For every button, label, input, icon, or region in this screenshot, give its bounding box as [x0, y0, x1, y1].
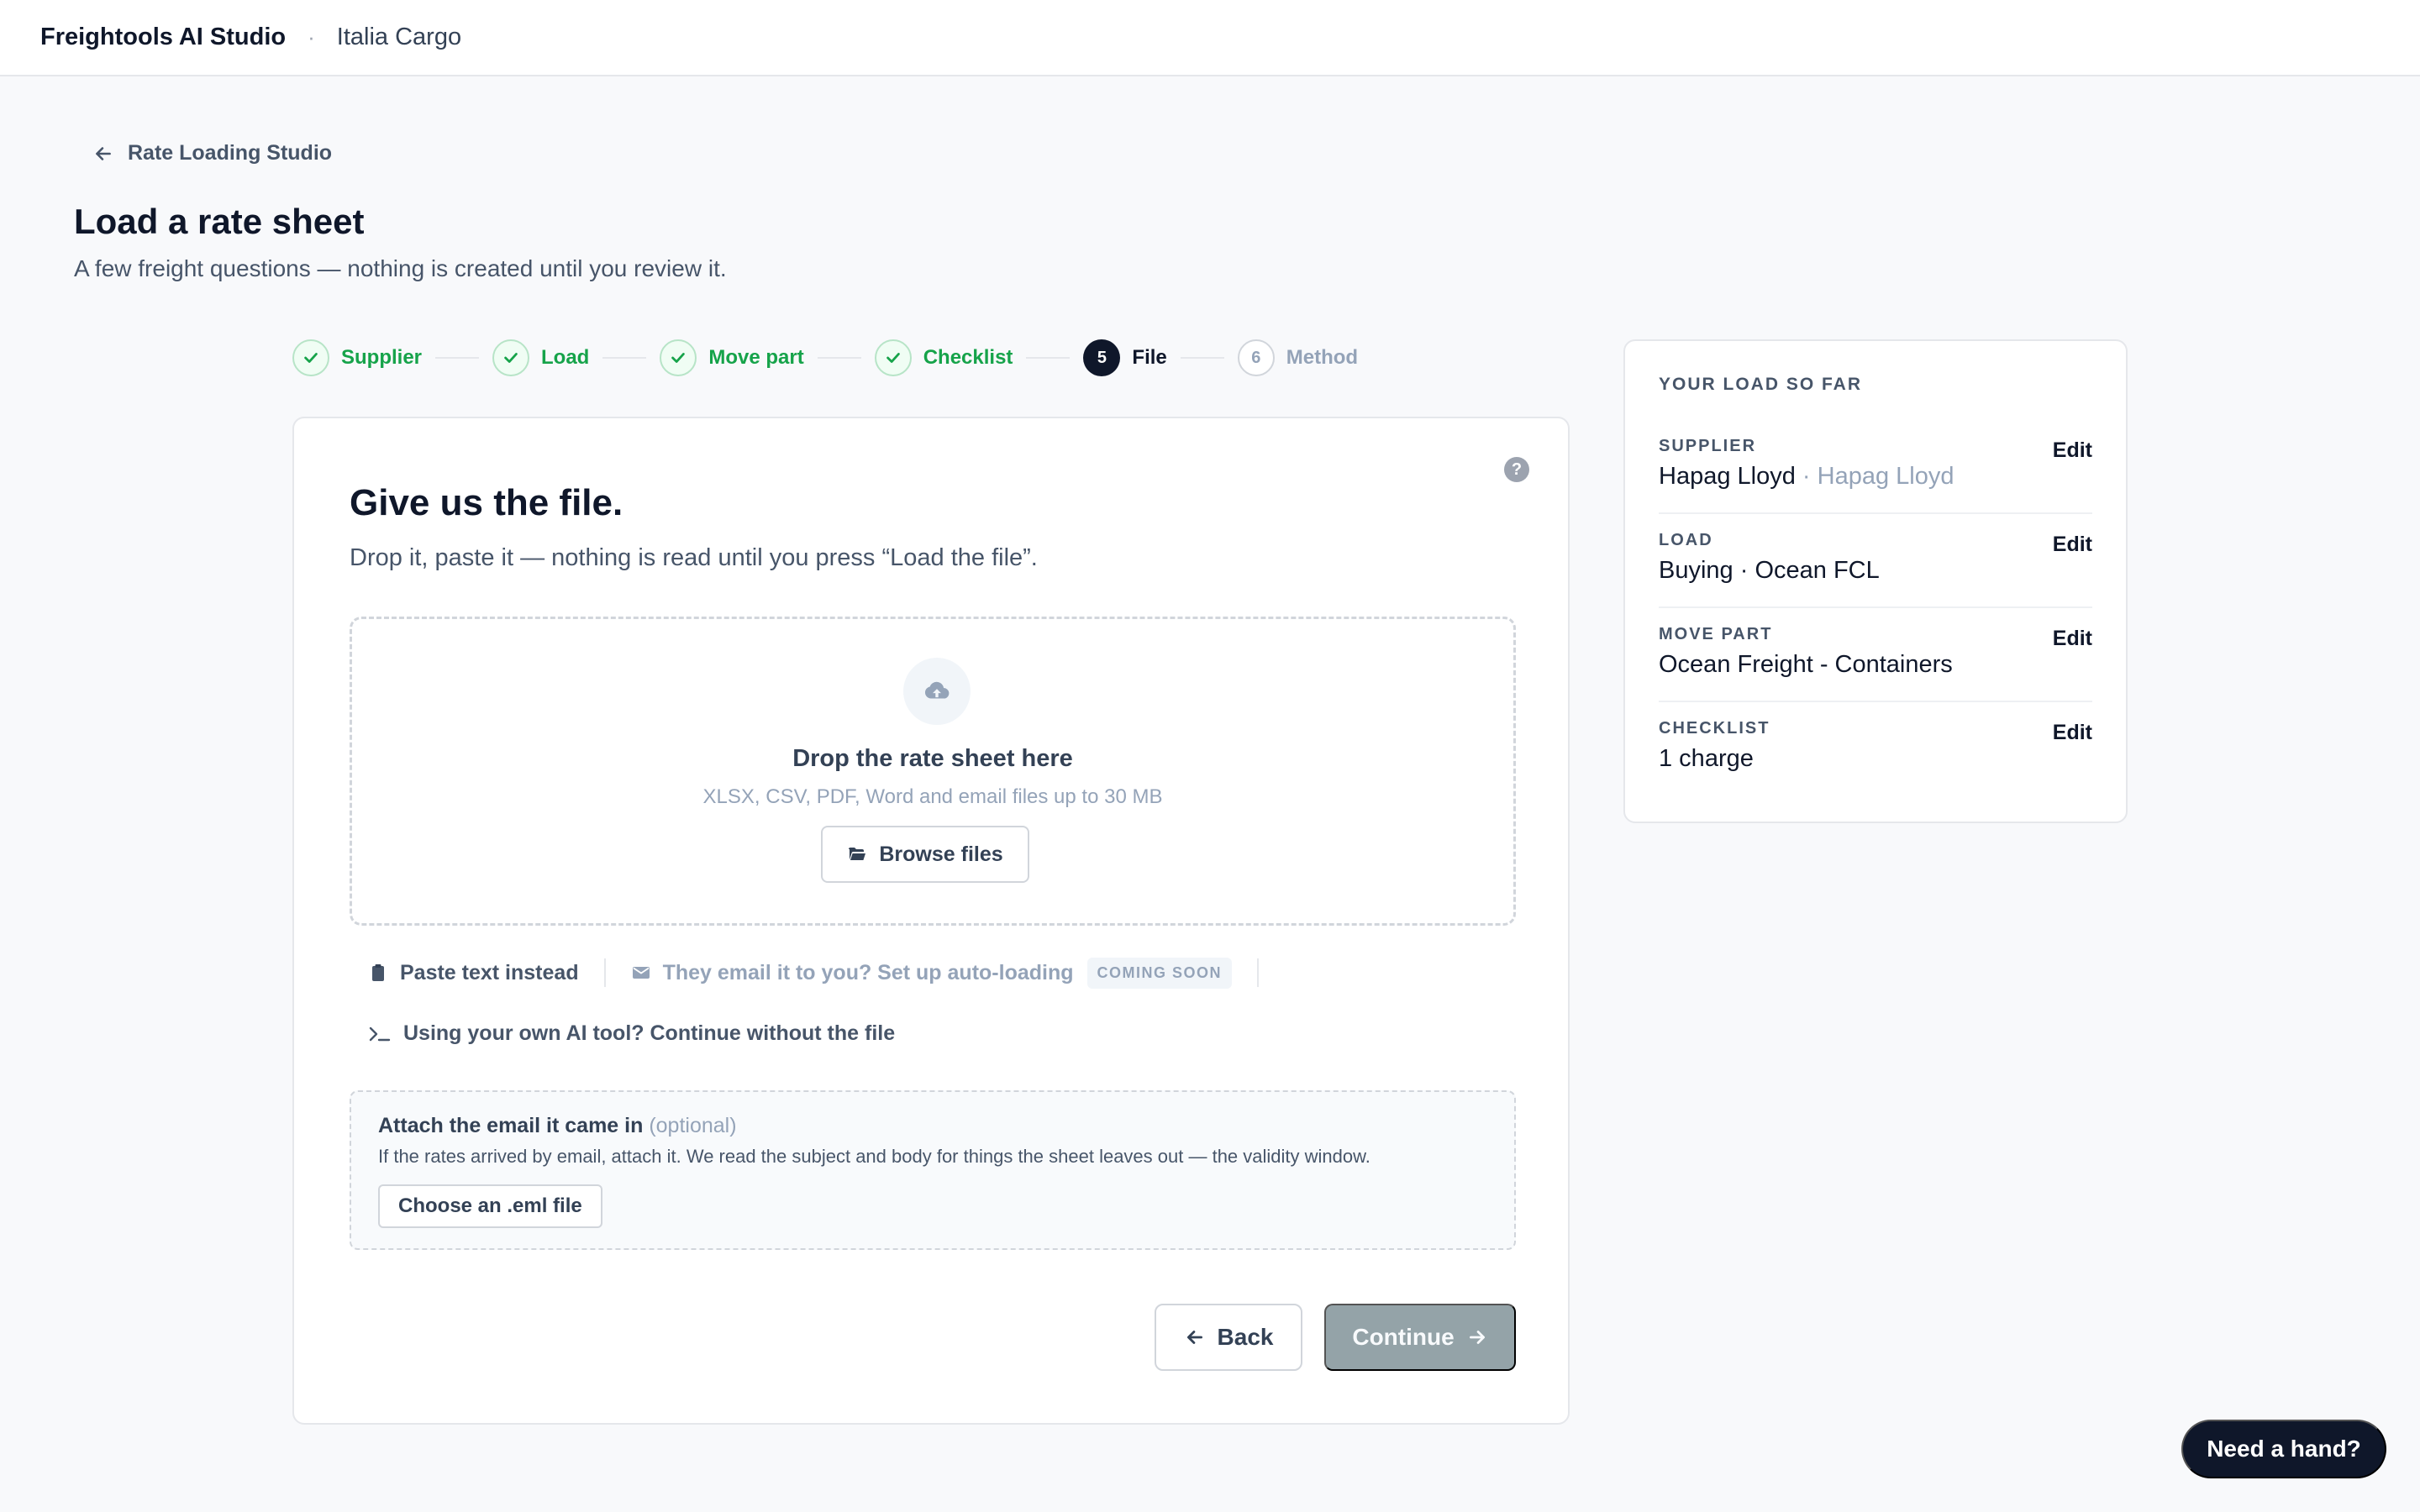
- paste-text-label: Paste text instead: [400, 960, 579, 984]
- step-load[interactable]: Load: [492, 339, 589, 376]
- browse-files-button[interactable]: Browse files: [821, 826, 1029, 883]
- step-label: Method: [1286, 346, 1359, 369]
- back-to-studio-link[interactable]: Rate Loading Studio: [92, 141, 332, 165]
- check-icon: [492, 339, 530, 376]
- step-file: 5 File: [1083, 339, 1167, 376]
- step-connector: [1026, 357, 1071, 359]
- envelope-icon: [632, 967, 650, 979]
- step-checklist[interactable]: Checklist: [874, 339, 1013, 376]
- supplier-value: Hapag Lloyd: [1659, 463, 1796, 490]
- back-link-label: Rate Loading Studio: [128, 141, 333, 165]
- continue-without-file-label: Using your own AI tool? Continue without…: [403, 1021, 896, 1045]
- browse-files-label: Browse files: [879, 842, 1003, 866]
- email-autoload-option: They email it to you? Set up auto-loadin…: [606, 957, 1257, 989]
- attach-email-title-text: Attach the email it came in: [378, 1114, 644, 1137]
- top-bar: Freightools AI Studio · Italia Cargo: [0, 0, 2420, 76]
- summary-row-checklist: CHECKLIST 1 charge Edit: [1659, 702, 2092, 796]
- summary-row-value: 1 charge: [1659, 745, 1754, 772]
- summary-row-move-part: MOVE PART Ocean Freight - Containers Edi…: [1659, 608, 2092, 702]
- edit-supplier-link[interactable]: Edit: [2053, 438, 2092, 463]
- back-button[interactable]: Back: [1155, 1304, 1302, 1371]
- arrow-right-icon: [1469, 1331, 1485, 1344]
- continue-button-label: Continue: [1352, 1324, 1455, 1350]
- card-subtitle: Drop it, paste it — nothing is read unti…: [350, 544, 1038, 571]
- need-help-button[interactable]: Need a hand?: [2181, 1420, 2386, 1478]
- terminal-icon: [369, 1026, 391, 1041]
- wizard-stepper: Supplier Load Move part Checklist 5 File…: [292, 339, 1358, 376]
- summary-row-value: Ocean Freight - Containers: [1659, 651, 1953, 678]
- summary-row-value: Buying · Ocean FCL: [1659, 557, 1880, 584]
- arrow-left-icon: [96, 146, 111, 160]
- brand-name[interactable]: Freightools AI Studio: [40, 24, 286, 51]
- summary-row-label: CHECKLIST: [1659, 719, 1770, 738]
- option-divider: [1257, 958, 1260, 987]
- input-options-row: Paste text instead They email it to you?…: [350, 956, 1260, 990]
- edit-checklist-link[interactable]: Edit: [2053, 721, 2092, 745]
- file-step-card: ? Give us the file. Drop it, paste it — …: [292, 417, 1570, 1425]
- supplier-sub-value: · Hapag Lloyd: [1802, 463, 1954, 490]
- step-number: 6: [1237, 339, 1275, 376]
- load-summary-panel: YOUR LOAD SO FAR SUPPLIER Hapag Lloyd · …: [1623, 339, 2128, 823]
- check-icon: [292, 339, 329, 376]
- step-method: 6 Method: [1237, 339, 1359, 376]
- step-supplier[interactable]: Supplier: [292, 339, 422, 376]
- step-connector: [435, 357, 480, 359]
- summary-row-value: Hapag Lloyd · Hapag Lloyd: [1659, 463, 2092, 491]
- optional-label: (optional): [649, 1114, 737, 1137]
- edit-move-part-link[interactable]: Edit: [2053, 627, 2092, 651]
- choose-eml-button[interactable]: Choose an .eml file: [378, 1184, 602, 1228]
- cloud-upload-icon: [903, 658, 971, 725]
- attach-email-title: Attach the email it came in (optional): [378, 1114, 737, 1138]
- folder-open-icon: [849, 848, 866, 860]
- step-label: Supplier: [341, 346, 423, 369]
- step-label: Load: [541, 346, 590, 369]
- step-label: Move part: [708, 346, 804, 369]
- workspace-name: Italia Cargo: [336, 24, 462, 50]
- page-title: Load a rate sheet: [74, 202, 365, 241]
- step-connector: [1180, 357, 1224, 359]
- step-number: 5: [1083, 339, 1121, 376]
- paste-text-option[interactable]: Paste text instead: [350, 961, 604, 985]
- step-label: File: [1132, 346, 1167, 369]
- email-autoload-label: They email it to you? Set up auto-loadin…: [662, 960, 1074, 984]
- summary-row-label: MOVE PART: [1659, 625, 1773, 643]
- brand-separator: ·: [308, 24, 315, 50]
- dropzone-hint: XLSX, CSV, PDF, Word and email files up …: [702, 785, 1163, 808]
- dropzone-title: Drop the rate sheet here: [792, 745, 1073, 772]
- attach-email-section: Attach the email it came in (optional) I…: [350, 1090, 1516, 1250]
- arrow-left-icon: [1186, 1331, 1202, 1344]
- step-label: Checklist: [923, 346, 1013, 369]
- summary-row-load: LOAD Buying · Ocean FCL Edit: [1659, 514, 2092, 608]
- clipboard-icon: [372, 964, 384, 981]
- step-move-part[interactable]: Move part: [660, 339, 804, 376]
- check-icon: [874, 339, 912, 376]
- file-dropzone[interactable]: Drop the rate sheet here XLSX, CSV, PDF,…: [350, 617, 1516, 926]
- continue-without-file-option[interactable]: Using your own AI tool? Continue without…: [368, 1021, 895, 1046]
- back-button-label: Back: [1217, 1324, 1274, 1350]
- check-icon: [660, 339, 697, 376]
- page-subtitle: A few freight questions — nothing is cre…: [74, 255, 727, 281]
- summary-heading: YOUR LOAD SO FAR: [1659, 375, 1863, 394]
- step-connector: [602, 357, 647, 359]
- summary-row-label: SUPPLIER: [1659, 437, 1757, 455]
- step-connector: [817, 357, 861, 359]
- card-title: Give us the file.: [350, 482, 623, 523]
- attach-email-description: If the rates arrived by email, attach it…: [378, 1146, 1370, 1167]
- edit-load-link[interactable]: Edit: [2053, 533, 2092, 557]
- help-icon[interactable]: ?: [1504, 457, 1529, 482]
- coming-soon-badge: COMING SOON: [1086, 957, 1233, 989]
- summary-row-label: LOAD: [1659, 531, 1713, 549]
- continue-button[interactable]: Continue: [1324, 1304, 1516, 1371]
- summary-row-supplier: SUPPLIER Hapag Lloyd · Hapag Lloyd Edit: [1659, 420, 2092, 514]
